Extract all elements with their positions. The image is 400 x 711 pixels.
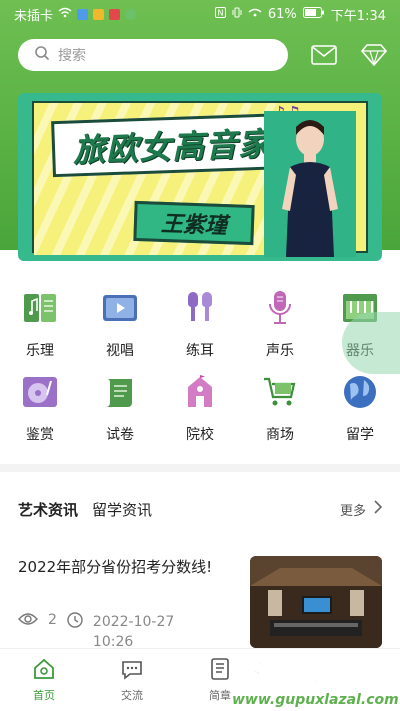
grid-item-sight-singing[interactable]: 视唱 xyxy=(80,290,160,374)
eye-icon xyxy=(18,612,38,630)
nfc-icon: N xyxy=(214,6,226,22)
video-icon xyxy=(102,290,138,326)
grid-item-exam-papers[interactable]: 试卷 xyxy=(80,374,160,458)
tab-study-abroad-news[interactable]: 留学资讯 xyxy=(92,499,152,520)
search-input[interactable]: 搜索 xyxy=(18,39,288,71)
svg-text:www.gupuxlazal.com: www.gupuxlazal.com xyxy=(232,692,399,708)
grid-label: 视唱 xyxy=(106,343,134,359)
home-icon xyxy=(33,658,55,683)
carrier-text: 未插卡 xyxy=(14,8,54,24)
floating-assist-bubble[interactable] xyxy=(342,312,400,374)
article-date: 2022-10-27 10:26 xyxy=(92,614,175,650)
singer-photo xyxy=(264,111,356,257)
grid-label: 练耳 xyxy=(186,343,214,359)
more-link[interactable]: 更多 xyxy=(339,500,383,519)
battery-icon xyxy=(302,6,325,22)
battery-text: 61% xyxy=(267,6,297,22)
signal-icon xyxy=(248,7,262,22)
grid-label: 乐理 xyxy=(26,343,54,359)
earphones-icon xyxy=(182,290,218,326)
article-thumbnail xyxy=(250,556,382,648)
view-count: 2 xyxy=(48,612,57,628)
svg-text:谷普软件园: 谷普软件园 xyxy=(230,655,385,690)
grid-item-study-abroad[interactable]: 留学 xyxy=(320,374,400,458)
microphone-icon xyxy=(262,290,298,326)
app-notify-icon xyxy=(125,8,137,20)
nav-label: 首页 xyxy=(33,688,55,702)
status-left: 未插卡 xyxy=(14,5,137,24)
article-title: 2022年部分省份招考分数线! xyxy=(18,558,213,576)
grid-item-mall[interactable]: 商场 xyxy=(240,374,320,458)
globe-icon xyxy=(342,374,378,410)
nav-community[interactable]: 交流 xyxy=(88,649,176,711)
promo-banner[interactable]: ♪♫ 旅欧女高音家 王紫瑾 xyxy=(18,93,382,261)
clock-icon xyxy=(67,612,83,632)
grid-item-colleges[interactable]: 院校 xyxy=(160,374,240,458)
grid-item-vocal[interactable]: 声乐 xyxy=(240,290,320,374)
news-tabs: 艺术资讯 留学资讯 更多 xyxy=(18,496,383,523)
app-screen: 未插卡 N 61% 下午1:34 搜索 旅欧女高音家 王紫瑾 乐理 视唱 练耳 … xyxy=(0,0,400,711)
vibrate-icon xyxy=(232,7,242,22)
svg-text:N: N xyxy=(217,8,223,17)
banner-name-box: 王紫瑾 xyxy=(133,200,255,246)
app-notify-icon xyxy=(77,8,89,20)
article-meta: 2 2022-10-27 10:26 xyxy=(18,612,213,652)
mail-icon[interactable] xyxy=(310,41,338,69)
wifi-icon xyxy=(58,7,72,22)
banner-title-box: 旅欧女高音家 xyxy=(51,112,293,178)
status-right: N 61% 下午1:34 xyxy=(214,5,386,24)
grid-label: 鉴赏 xyxy=(26,427,54,443)
app-notify-icon xyxy=(93,8,105,20)
school-icon xyxy=(182,374,218,410)
grid-row: 乐理 视唱 练耳 声乐 xyxy=(0,290,400,374)
section-divider xyxy=(0,464,400,472)
nav-label: 交流 xyxy=(121,688,143,702)
grid-label: 留学 xyxy=(346,427,374,443)
article-item[interactable]: 2022年部分省份招考分数线! 2 2022-10-27 10:26 xyxy=(18,556,382,650)
grid-row: 鉴赏 试卷 院校 商场 留学 xyxy=(0,374,400,458)
search-icon xyxy=(34,45,50,65)
watermark-logo: 谷普软件园 www.gupuxlazal.com xyxy=(220,648,400,711)
grid-label: 院校 xyxy=(186,427,214,443)
grid-item-ear-training[interactable]: 练耳 xyxy=(160,290,240,374)
category-grid: 乐理 视唱 练耳 声乐 鉴赏 试卷 院校 商场 留学 xyxy=(0,290,400,458)
shopping-cart-icon xyxy=(262,374,298,410)
nav-home[interactable]: 首页 xyxy=(0,649,88,711)
app-notify-icon xyxy=(109,8,121,20)
tab-art-news[interactable]: 艺术资讯 xyxy=(18,499,79,523)
record-player-icon xyxy=(22,374,58,410)
grid-label: 声乐 xyxy=(266,343,294,359)
chat-icon xyxy=(121,658,143,683)
search-row: 搜索 xyxy=(18,39,388,71)
chevron-right-icon xyxy=(374,500,383,518)
grid-label: 商场 xyxy=(266,427,294,443)
time-text: 下午1:34 xyxy=(330,8,386,24)
search-placeholder: 搜索 xyxy=(58,48,86,64)
grid-item-music-theory[interactable]: 乐理 xyxy=(0,290,80,374)
more-label: 更多 xyxy=(339,503,366,519)
banner-artwork: ♪♫ 旅欧女高音家 王紫瑾 xyxy=(32,101,368,257)
status-bar: 未插卡 N 61% 下午1:34 xyxy=(0,0,400,28)
diamond-icon[interactable] xyxy=(360,41,388,69)
grid-label: 试卷 xyxy=(106,427,134,443)
banner-name: 王紫瑾 xyxy=(160,211,228,240)
banner-title: 旅欧女高音家 xyxy=(72,124,272,170)
grid-item-appreciation[interactable]: 鉴赏 xyxy=(0,374,80,458)
scroll-icon xyxy=(102,374,138,410)
music-book-icon xyxy=(22,290,58,326)
